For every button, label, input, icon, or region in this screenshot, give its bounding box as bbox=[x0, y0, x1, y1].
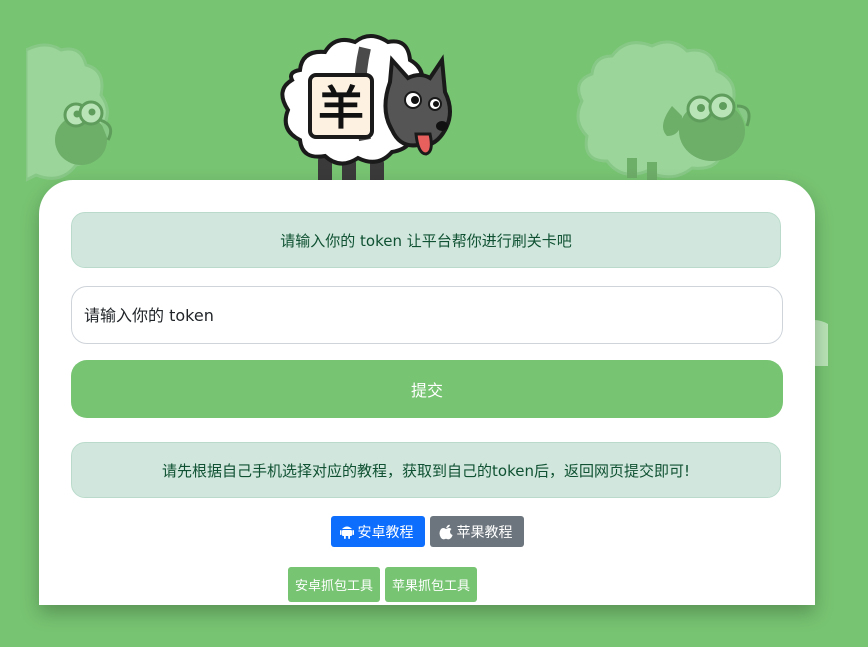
token-form-card: 请输入你的 token 让平台帮你进行刷关卡吧 提交 请先根据自己手机选择对应的… bbox=[39, 180, 815, 605]
android-capture-tool-button[interactable]: 安卓抓包工具 bbox=[288, 567, 381, 602]
android-tutorial-label: 安卓教程 bbox=[357, 524, 414, 541]
mascot-sign-text: 羊 bbox=[318, 81, 364, 135]
apple-icon bbox=[439, 524, 452, 539]
android-capture-tool-label: 安卓抓包工具 bbox=[295, 579, 374, 594]
apple-capture-tool-button[interactable]: 苹果抓包工具 bbox=[385, 567, 478, 602]
apple-tutorial-button[interactable]: 苹果教程 bbox=[429, 516, 524, 547]
capture-tool-row: 安卓抓包工具 苹果抓包工具 bbox=[288, 567, 478, 602]
token-input[interactable] bbox=[71, 286, 783, 344]
mascot-sheep-logo: 羊 bbox=[280, 34, 452, 186]
submit-button[interactable]: 提交 bbox=[71, 360, 783, 418]
android-icon bbox=[339, 526, 354, 539]
page-background: 羊 请输入你的 token 让平台帮你进行刷关卡吧 提交 请先根据自己手机选择对… bbox=[0, 0, 868, 647]
tutorial-button-row: 安卓教程 苹果教程 bbox=[39, 516, 815, 547]
guide-alert-text: 请先根据自己手机选择对应的教程，获取到自己的token后，返回网页提交即可! bbox=[162, 461, 690, 480]
android-tutorial-button[interactable]: 安卓教程 bbox=[330, 516, 425, 547]
intro-alert: 请输入你的 token 让平台帮你进行刷关卡吧 bbox=[71, 212, 781, 268]
submit-button-label: 提交 bbox=[410, 381, 443, 400]
intro-alert-text: 请输入你的 token 让平台帮你进行刷关卡吧 bbox=[280, 231, 572, 250]
apple-capture-tool-label: 苹果抓包工具 bbox=[392, 579, 471, 594]
background-sheep-left bbox=[26, 43, 113, 182]
apple-tutorial-label: 苹果教程 bbox=[456, 524, 513, 541]
guide-alert: 请先根据自己手机选择对应的教程，获取到自己的token后，返回网页提交即可! bbox=[71, 442, 781, 498]
background-sheep-right bbox=[576, 40, 751, 180]
